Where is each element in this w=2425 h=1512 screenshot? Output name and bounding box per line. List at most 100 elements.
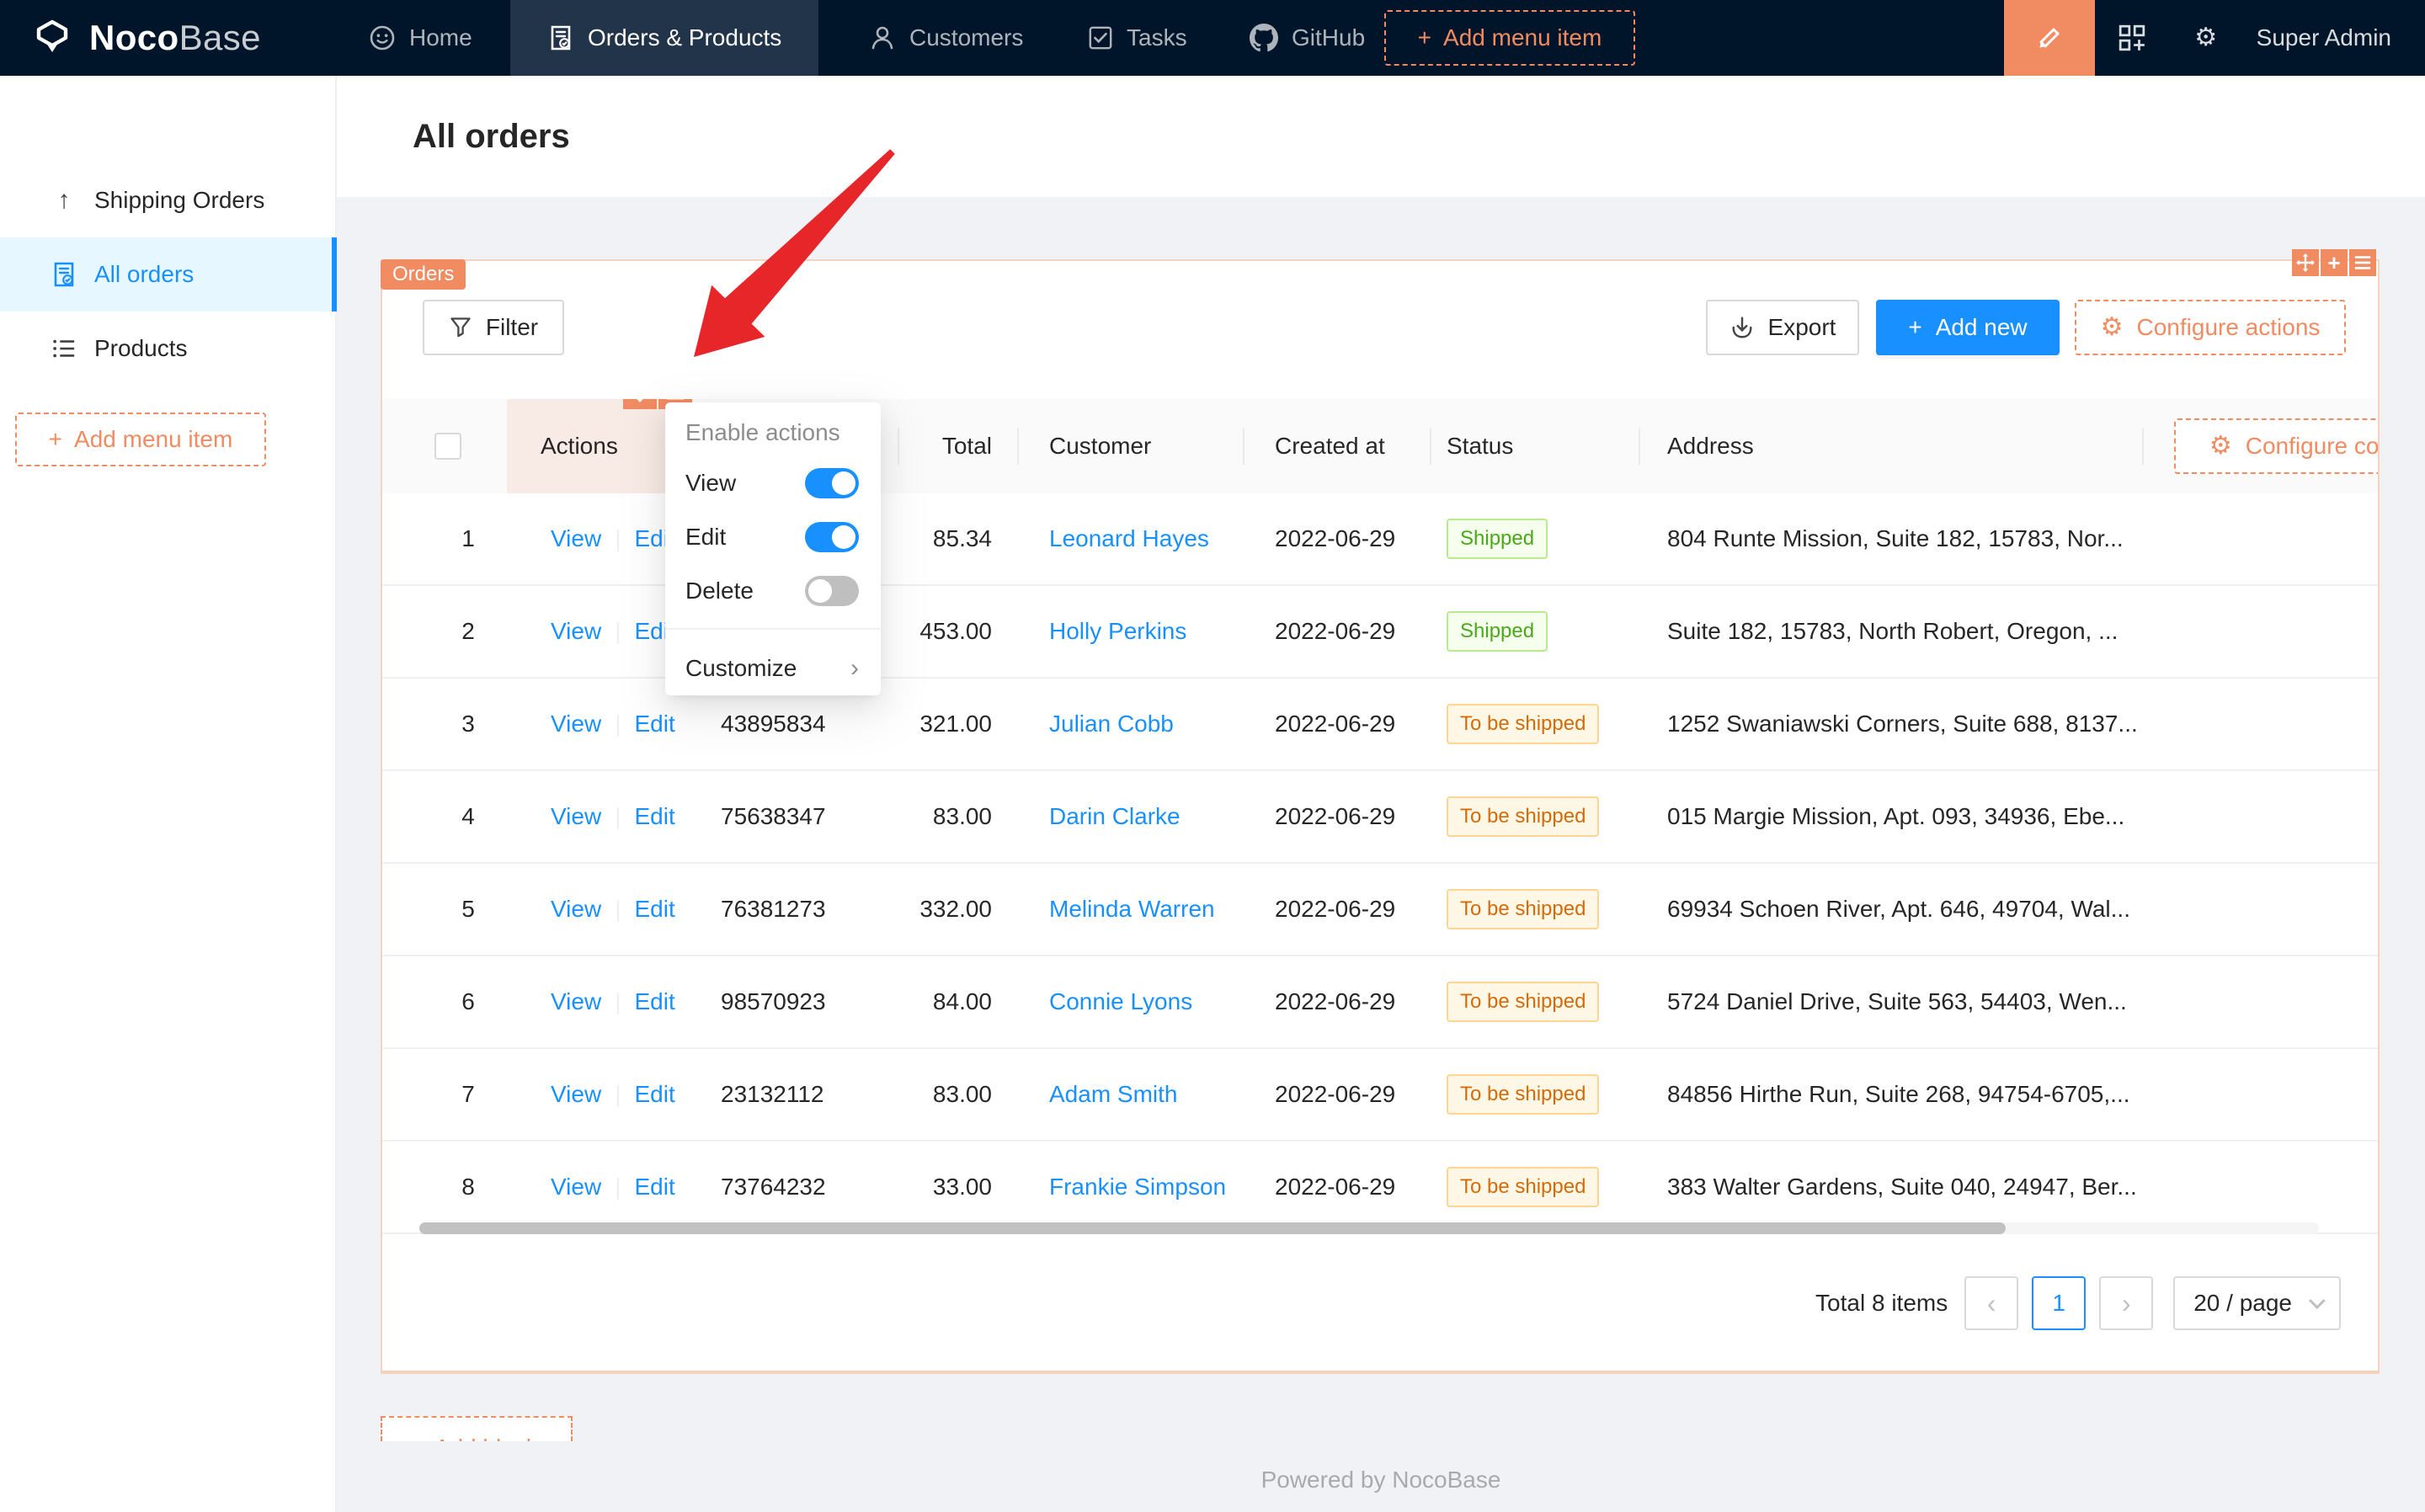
spacer-cell — [2144, 586, 2378, 677]
sidebar-item-products[interactable]: Products — [0, 311, 337, 386]
customer-link[interactable]: Darin Clarke — [1049, 803, 1181, 830]
order-number-cell: 76381273 — [721, 896, 826, 922]
row-index: 8 — [461, 1174, 475, 1200]
page-size-select[interactable]: 20 / page — [2173, 1276, 2341, 1330]
horizontal-scrollbar-thumb[interactable] — [419, 1222, 2006, 1234]
plugin-manager-button[interactable] — [2095, 0, 2169, 76]
total-cell: 84.00 — [932, 988, 992, 1014]
customer-link[interactable]: Melinda Warren — [1049, 896, 1215, 923]
customer-link[interactable]: Leonard Hayes — [1049, 525, 1209, 552]
action-separator: | — [615, 896, 621, 922]
column-header-created-at[interactable]: Created at — [1244, 399, 1431, 493]
edit-link[interactable]: Edit — [634, 896, 674, 923]
customer-link[interactable]: Frankie Simpson — [1049, 1174, 1226, 1201]
view-link[interactable]: View — [551, 711, 601, 737]
nav-item-home[interactable]: Home — [345, 0, 496, 76]
horizontal-scrollbar-track[interactable] — [419, 1222, 2319, 1234]
nocobase-logo[interactable]: NocoBase — [30, 0, 261, 76]
customer-link[interactable]: Connie Lyons — [1049, 988, 1192, 1015]
status-cell: Shipped — [1431, 586, 1640, 677]
column-header-total[interactable]: Total — [899, 399, 1019, 493]
dropdown-item-view[interactable]: View — [665, 456, 881, 510]
configure-columns-button[interactable]: ⚙ Configure columns — [2174, 418, 2378, 474]
ui-editor-toggle-button[interactable] — [2003, 0, 2095, 76]
plus-icon: + — [2327, 250, 2341, 275]
sidebar-item-all-orders[interactable]: All orders — [0, 237, 337, 311]
filter-button[interactable]: Filter — [423, 300, 564, 355]
sidebar-add-menu-item-button[interactable]: + Add menu item — [15, 413, 266, 466]
highlighter-pen-icon — [2039, 28, 2060, 48]
customer-cell: Melinda Warren — [1019, 864, 1244, 955]
address-cell: 383 Walter Gardens, Suite 040, 24947, Be… — [1667, 1174, 2137, 1200]
edit-link[interactable]: Edit — [634, 711, 674, 737]
column-header-customer[interactable]: Customer — [1019, 399, 1244, 493]
total-cell: 85.34 — [932, 525, 992, 551]
plus-icon: + — [1417, 24, 1432, 51]
nav-add-menu-item-button[interactable]: + Add menu item — [1384, 10, 1635, 66]
edit-link[interactable]: Edit — [634, 988, 674, 1015]
created-at-cell: 2022-06-29 — [1275, 988, 1396, 1014]
column-header-actions[interactable]: Actions — [507, 399, 692, 493]
row-actions-cell: View | Edit — [507, 1049, 692, 1140]
select-all-checkbox[interactable] — [434, 433, 461, 460]
edit-link[interactable]: Edit — [634, 803, 674, 830]
address-cell: 1252 Swaniawski Corners, Suite 688, 8137… — [1667, 711, 2138, 737]
customer-link[interactable]: Adam Smith — [1049, 1081, 1178, 1108]
add-block-inline-button[interactable]: + — [2321, 249, 2348, 276]
dropdown-item-delete[interactable]: Delete — [665, 564, 881, 618]
configure-actions-button[interactable]: ⚙ Configure actions — [2075, 300, 2346, 355]
orders-document-icon — [547, 24, 574, 51]
export-button[interactable]: Export — [1706, 300, 1859, 355]
table-row: 8 View | Edit 73764232 33.00 Frankie Sim… — [382, 1142, 2378, 1234]
pagination-page-1[interactable]: 1 — [2032, 1276, 2087, 1330]
drag-column-handle[interactable] — [623, 399, 657, 409]
logo-text: NocoBase — [89, 18, 261, 57]
customer-link[interactable]: Holly Perkins — [1049, 618, 1186, 645]
view-link[interactable]: View — [551, 988, 601, 1015]
nav-item-customers[interactable]: Customers — [845, 0, 1047, 76]
edit-link[interactable]: Edit — [634, 1081, 674, 1108]
view-link[interactable]: View — [551, 618, 601, 645]
view-link[interactable]: View — [551, 803, 601, 830]
view-toggle[interactable] — [805, 468, 859, 498]
row-actions-cell: View | Edit — [507, 771, 692, 862]
pagination-next-button[interactable]: › — [2099, 1276, 2154, 1330]
dropdown-item-customize[interactable]: Customize › — [665, 640, 881, 697]
add-new-button[interactable]: + Add new — [1876, 300, 2060, 355]
row-index: 1 — [461, 525, 475, 551]
created-at-cell: 2022-06-29 — [1275, 1174, 1396, 1200]
settings-button[interactable]: ⚙ — [2169, 0, 2243, 76]
user-menu[interactable]: Super Admin — [2243, 24, 2425, 51]
row-index: 5 — [461, 896, 475, 922]
table-row: 5 View | Edit 76381273 332.00 Melinda Wa… — [382, 864, 2378, 956]
view-link[interactable]: View — [551, 1174, 601, 1201]
order-number-cell: 73764232 — [721, 1174, 826, 1200]
sidebar-item-shipping-orders[interactable]: ↑ Shipping Orders — [0, 163, 337, 237]
add-block-button-clipped[interactable]: + Add block — [381, 1416, 573, 1441]
edit-link[interactable]: Edit — [634, 1174, 674, 1201]
nav-item-tasks[interactable]: Tasks — [1064, 0, 1211, 76]
status-cell: To be shipped — [1431, 771, 1640, 862]
status-cell: Shipped — [1431, 493, 1640, 584]
view-link[interactable]: View — [551, 1081, 601, 1108]
address-cell: 84856 Hirthe Run, Suite 268, 94754-6705,… — [1667, 1081, 2130, 1107]
customer-link[interactable]: Julian Cobb — [1049, 711, 1174, 737]
pagination-prev-button[interactable]: ‹ — [1964, 1276, 2019, 1330]
dropdown-item-edit[interactable]: Edit — [665, 510, 881, 564]
total-cell: 83.00 — [932, 1081, 992, 1107]
column-header-status[interactable]: Status — [1431, 399, 1640, 493]
view-link[interactable]: View — [551, 525, 601, 552]
row-actions-cell: View | Edit — [507, 956, 692, 1047]
nav-item-label: GitHub — [1292, 24, 1366, 51]
spacer-cell — [2144, 1049, 2378, 1140]
drag-block-handle[interactable] — [2292, 249, 2319, 276]
nav-item-orders-products[interactable]: Orders & Products — [510, 0, 819, 76]
view-link[interactable]: View — [551, 896, 601, 923]
edit-toggle[interactable] — [805, 522, 859, 552]
spacer-cell — [2144, 771, 2378, 862]
move-icon — [637, 399, 643, 402]
delete-toggle[interactable] — [805, 576, 859, 606]
block-settings-menu-button[interactable] — [2349, 249, 2376, 276]
nav-item-github[interactable]: GitHub — [1226, 0, 1388, 76]
column-header-address[interactable]: Address — [1640, 399, 2144, 493]
